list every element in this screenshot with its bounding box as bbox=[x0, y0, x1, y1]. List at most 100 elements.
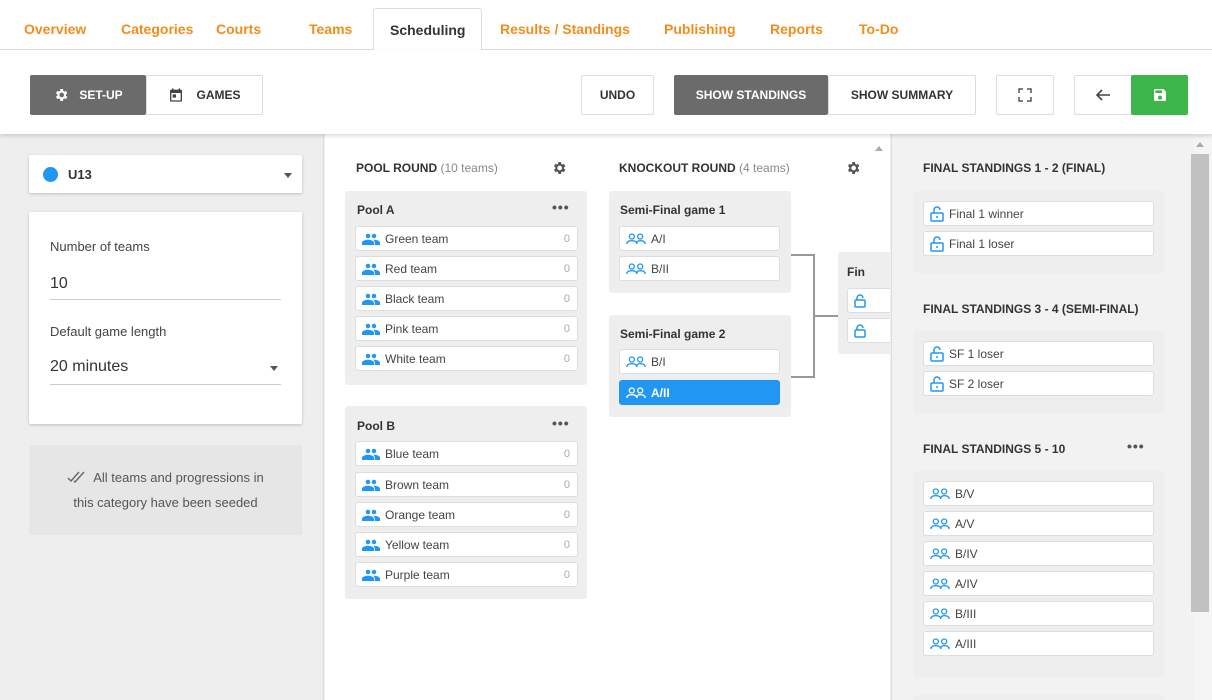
team-row[interactable]: Brown team 0 bbox=[355, 472, 578, 497]
category-settings-card: Number of teams 10 Default game length 2… bbox=[29, 212, 302, 424]
more-horizontal-icon[interactable]: ••• bbox=[552, 199, 570, 215]
slot-label: A/I bbox=[651, 231, 666, 246]
teams-count-input[interactable]: 10 bbox=[50, 275, 68, 293]
standing-row[interactable]: B/III bbox=[923, 601, 1154, 626]
team-row[interactable]: Green team 0 bbox=[355, 226, 578, 251]
slot-row[interactable]: A/I bbox=[619, 226, 780, 251]
slot-row[interactable] bbox=[847, 288, 890, 313]
tab-overview[interactable]: Overview bbox=[24, 0, 86, 50]
standing-row[interactable]: Final 1 winner bbox=[923, 201, 1154, 226]
team-score: 0 bbox=[563, 568, 570, 581]
scrollbar-thumb[interactable] bbox=[1191, 154, 1209, 612]
double-check-icon bbox=[67, 467, 87, 491]
category-select[interactable]: U13 bbox=[29, 155, 302, 193]
team-outline-icon bbox=[626, 232, 646, 244]
team-score: 0 bbox=[563, 478, 570, 491]
tab-courts[interactable]: Courts bbox=[216, 0, 261, 50]
bracket-line bbox=[791, 376, 814, 378]
tab-reports[interactable]: Reports bbox=[770, 0, 823, 50]
team-name: White team bbox=[385, 351, 446, 366]
lock-open-icon bbox=[854, 293, 866, 308]
pool-a-box: Pool A ••• Green team 0 Red team 0 Black… bbox=[345, 191, 587, 385]
game-length-select[interactable]: 20 minutes bbox=[50, 358, 128, 376]
team-name: Yellow team bbox=[385, 537, 450, 552]
team-name: Brown team bbox=[385, 477, 450, 492]
slot-row-selected[interactable]: A/II bbox=[619, 380, 780, 405]
semifinal-1-title: Semi-Final game 1 bbox=[620, 203, 726, 217]
semifinal-2-box: Semi-Final game 2 B/I A/II bbox=[609, 315, 791, 417]
game-length-underline bbox=[50, 384, 281, 385]
team-icon bbox=[362, 233, 380, 245]
standing-row[interactable]: A/IV bbox=[923, 571, 1154, 596]
pool-round-gear-icon[interactable] bbox=[551, 160, 567, 179]
standing-row[interactable]: B/V bbox=[923, 481, 1154, 506]
standing-label: SF 1 loser bbox=[949, 346, 1004, 361]
calendar-icon bbox=[168, 87, 184, 103]
final-standings-panel: FINAL STANDINGS 1 - 2 (FINAL) Final 1 wi… bbox=[891, 134, 1212, 700]
save-button[interactable] bbox=[1131, 75, 1188, 115]
category-label: U13 bbox=[68, 167, 92, 182]
teams-count-label: Number of teams bbox=[50, 239, 150, 254]
team-outline-icon bbox=[930, 607, 950, 619]
standing-row[interactable]: SF 2 loser bbox=[923, 371, 1154, 396]
team-icon bbox=[362, 353, 380, 365]
undo-button[interactable]: UNDO bbox=[581, 75, 654, 115]
slot-label: B/II bbox=[651, 261, 670, 276]
setup-button[interactable]: SET-UP bbox=[30, 75, 146, 115]
more-horizontal-icon[interactable]: ••• bbox=[552, 415, 570, 431]
standings-5-10-box: B/V A/V B/IV A/IV B/III A/III bbox=[913, 471, 1164, 677]
semifinal-2-title: Semi-Final game 2 bbox=[620, 327, 726, 341]
slot-row[interactable]: B/I bbox=[619, 349, 780, 374]
standing-label: A/IV bbox=[955, 576, 978, 591]
team-row[interactable]: White team 0 bbox=[355, 346, 578, 371]
team-row[interactable]: Yellow team 0 bbox=[355, 532, 578, 557]
scroll-up-icon[interactable] bbox=[1196, 142, 1204, 147]
scroll-up-icon[interactable] bbox=[875, 146, 883, 151]
team-name: Pink team bbox=[385, 321, 439, 336]
standing-row[interactable]: Final 1 loser bbox=[923, 231, 1154, 256]
arrow-left-icon bbox=[1095, 87, 1111, 103]
tab-teams[interactable]: Teams bbox=[309, 0, 352, 50]
team-name: Red team bbox=[385, 261, 438, 276]
standing-row[interactable]: A/III bbox=[923, 631, 1154, 656]
team-outline-icon bbox=[930, 517, 950, 529]
standing-row[interactable]: B/IV bbox=[923, 541, 1154, 566]
knockout-round-subtitle: (4 teams) bbox=[739, 161, 790, 175]
tab-results-standings[interactable]: Results / Standings bbox=[500, 0, 630, 50]
seeded-notice-line2: this category have been seeded bbox=[73, 494, 258, 510]
tab-todo[interactable]: To-Do bbox=[859, 0, 898, 50]
team-row[interactable]: Blue team 0 bbox=[355, 441, 578, 466]
team-name: Blue team bbox=[385, 446, 440, 461]
team-icon bbox=[362, 569, 380, 581]
knockout-round-gear-icon[interactable] bbox=[845, 160, 861, 179]
team-icon bbox=[362, 263, 380, 275]
slot-label: B/I bbox=[651, 354, 666, 369]
team-row[interactable]: Black team 0 bbox=[355, 286, 578, 311]
toolbar: SET-UP GAMES UNDO SHOW STANDINGS SHOW SU… bbox=[0, 50, 1212, 134]
final-box: Fin bbox=[838, 252, 890, 354]
back-button[interactable] bbox=[1074, 75, 1132, 115]
team-score: 0 bbox=[563, 447, 570, 460]
standing-row[interactable]: SF 1 loser bbox=[923, 341, 1154, 366]
tab-categories[interactable]: Categories bbox=[121, 0, 193, 50]
slot-row[interactable]: B/II bbox=[619, 256, 780, 281]
team-row[interactable]: Red team 0 bbox=[355, 256, 578, 281]
team-score: 0 bbox=[563, 322, 570, 335]
team-row[interactable]: Pink team 0 bbox=[355, 316, 578, 341]
team-row[interactable]: Orange team 0 bbox=[355, 502, 578, 527]
games-button[interactable]: GAMES bbox=[146, 75, 263, 115]
bracket-line bbox=[814, 315, 838, 317]
category-color-dot bbox=[43, 167, 58, 182]
tab-scheduling[interactable]: Scheduling bbox=[373, 8, 483, 51]
team-outline-icon bbox=[626, 386, 646, 398]
more-horizontal-icon[interactable]: ••• bbox=[1127, 438, 1145, 454]
slot-row[interactable] bbox=[847, 318, 890, 343]
show-standings-button[interactable]: SHOW STANDINGS bbox=[674, 75, 828, 115]
fullscreen-button[interactable] bbox=[996, 75, 1054, 115]
standing-row[interactable]: A/V bbox=[923, 511, 1154, 536]
games-label: GAMES bbox=[196, 88, 241, 102]
show-summary-button[interactable]: SHOW SUMMARY bbox=[828, 75, 976, 115]
tab-publishing[interactable]: Publishing bbox=[664, 0, 736, 50]
team-row[interactable]: Purple team 0 bbox=[355, 562, 578, 587]
standing-label: Final 1 loser bbox=[949, 236, 1015, 251]
